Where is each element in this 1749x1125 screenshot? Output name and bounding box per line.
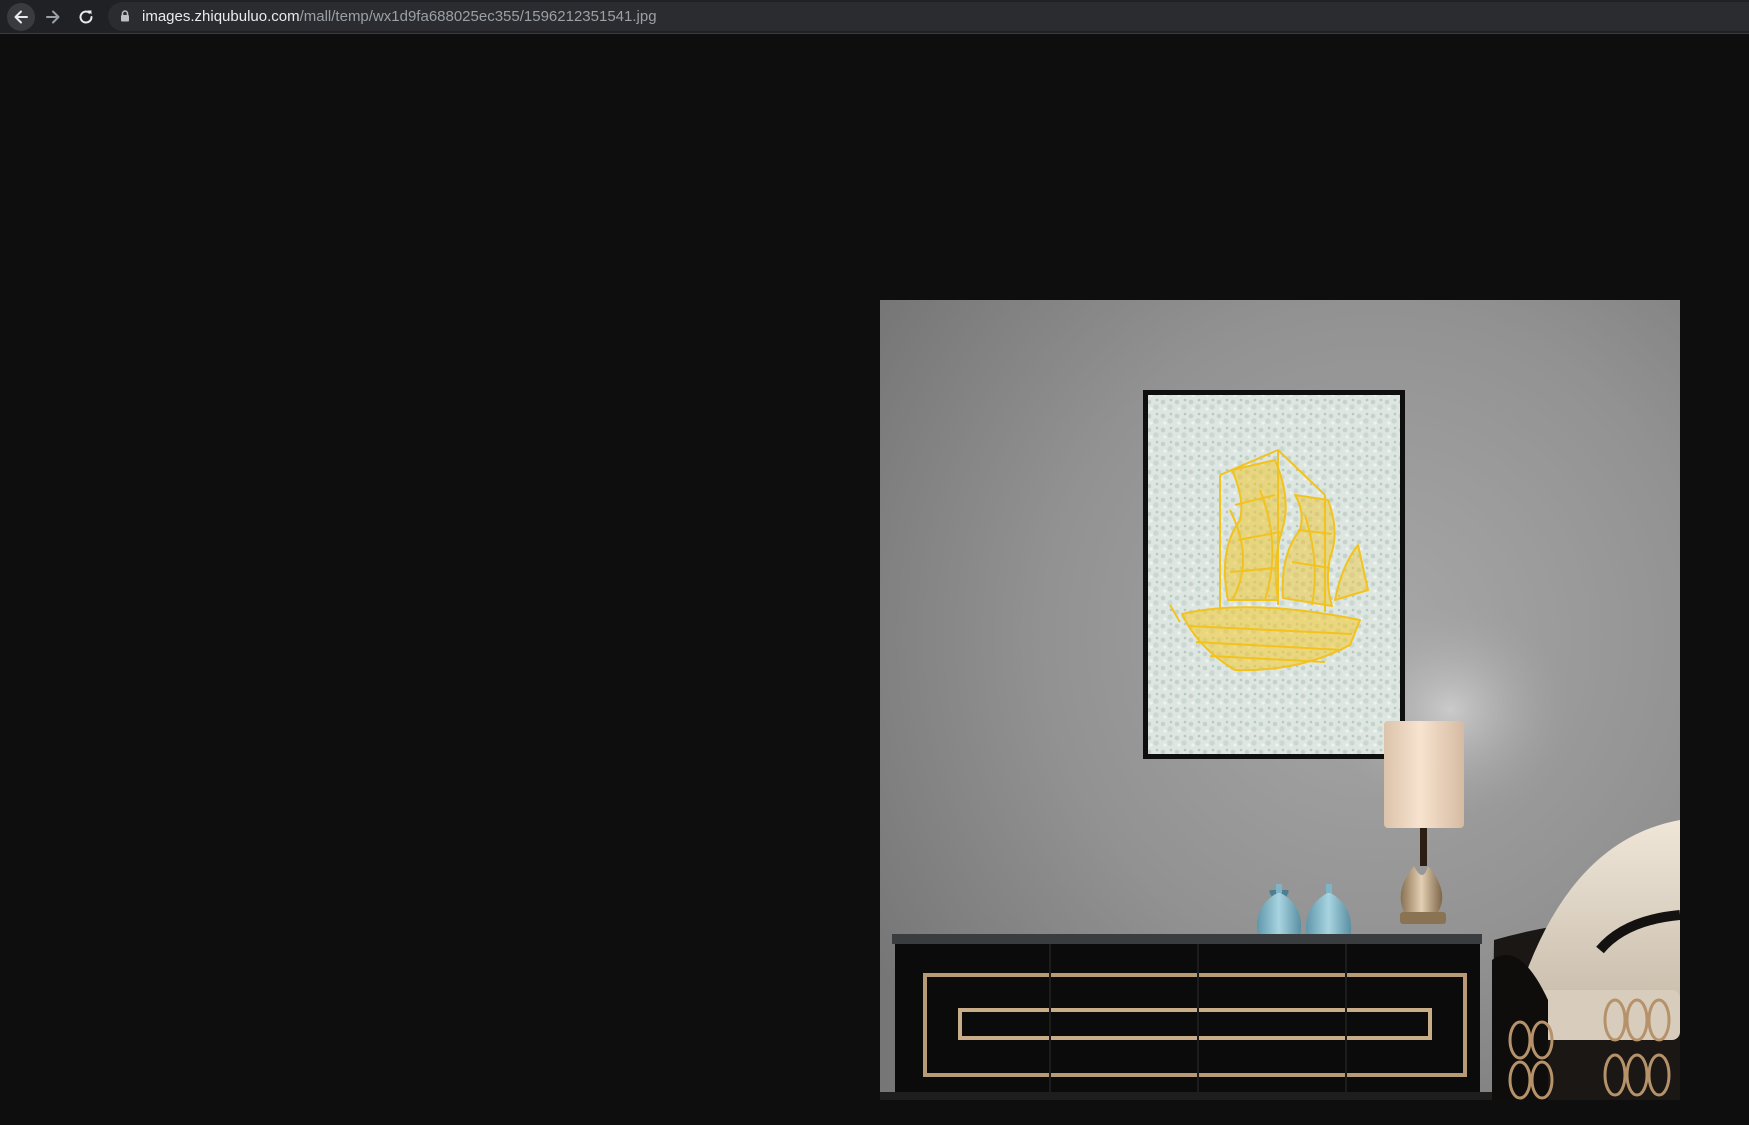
image-viewer [0,34,1749,1125]
address-bar[interactable]: images.zhiqubuluo.com/mall/temp/wx1d9fa6… [108,2,1749,31]
url-text: images.zhiqubuluo.com/mall/temp/wx1d9fa6… [142,8,657,25]
room-scene-image [880,300,1680,1100]
lock-icon [121,10,129,22]
url-host: images.zhiqubuluo.com [142,8,300,25]
forward-button[interactable] [39,3,67,31]
browser-toolbar: images.zhiqubuluo.com/mall/temp/wx1d9fa6… [0,0,1749,34]
reload-icon [79,10,93,24]
arrow-left-icon [14,10,28,24]
arrow-right-icon [46,10,60,24]
product-photo[interactable] [880,300,1680,1100]
url-path: /mall/temp/wx1d9fa688025ec355/1596212351… [299,8,657,25]
back-button[interactable] [7,3,35,31]
reload-button[interactable] [72,3,100,31]
